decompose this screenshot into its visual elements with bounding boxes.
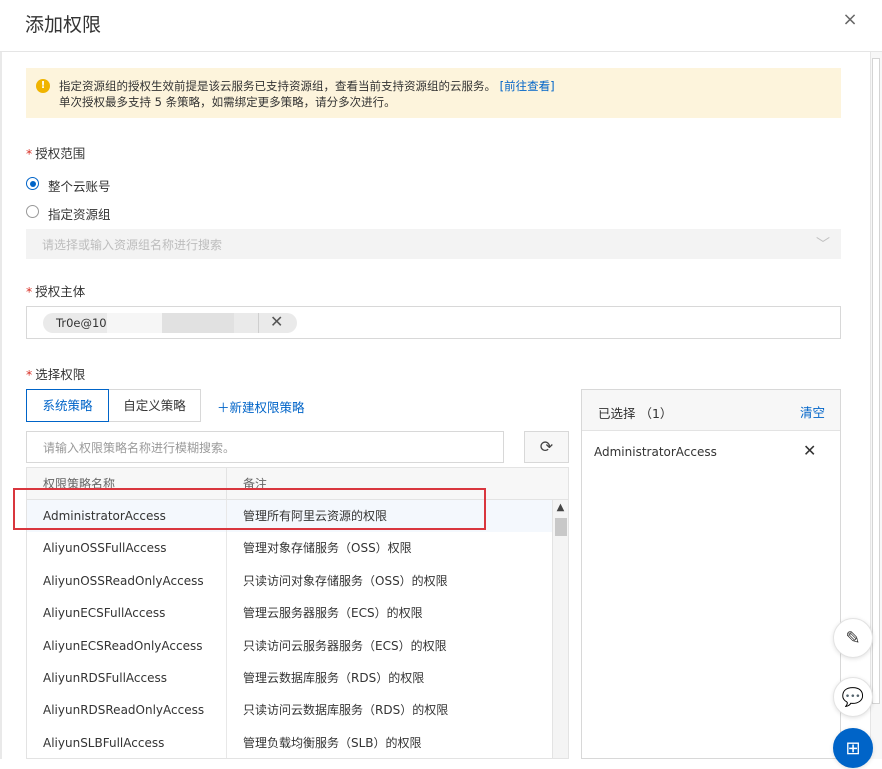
- notice-text-1: 指定资源组的授权生效前提是该云服务已支持资源组，查看当前支持资源组的云服务。 […: [59, 78, 555, 94]
- radio-resource-group-label[interactable]: 指定资源组: [48, 204, 111, 223]
- policy-name: AliyunSLBFullAccess: [27, 726, 227, 758]
- column-header-note: 备注: [227, 468, 568, 500]
- policy-name: AliyunOSSReadOnlyAccess: [27, 564, 227, 598]
- apps-icon[interactable]: ⊞: [833, 728, 873, 768]
- principal-tag-text: Tr0e@100: [56, 316, 114, 330]
- table-row[interactable]: AliyunECSReadOnlyAccess 只读访问云服务器服务（ECS）的…: [27, 629, 552, 663]
- new-policy-button[interactable]: ＋新建权限策略: [217, 397, 305, 416]
- tab-custom-policy[interactable]: 自定义策略: [108, 389, 201, 422]
- dialog-title: 添加权限: [25, 14, 102, 36]
- policy-name: AliyunECSReadOnlyAccess: [27, 629, 227, 662]
- policy-name: AliyunRDSReadOnlyAccess: [27, 694, 227, 727]
- scope-label-text: 授权范围: [35, 146, 86, 161]
- scope-label: * 授权范围: [26, 143, 85, 162]
- tab-system-policy[interactable]: 系统策略: [26, 389, 109, 422]
- dialog-scrollbar-thumb[interactable]: [872, 58, 880, 704]
- table-row[interactable]: AliyunRDSReadOnlyAccess 只读访问云数据库服务（RDS）的…: [27, 694, 552, 728]
- warning-icon: !: [36, 79, 50, 93]
- redacted-mask: [162, 313, 234, 333]
- scroll-up-icon[interactable]: ▲: [552, 500, 568, 516]
- policy-name: AliyunOSSFullAccess: [27, 532, 227, 565]
- table-row[interactable]: AliyunRDSFullAccess 管理云数据库服务（RDS）的权限: [27, 662, 552, 696]
- policy-name: AliyunECSFullAccess: [27, 597, 227, 630]
- radio-resource-group[interactable]: [26, 205, 39, 218]
- chat-icon[interactable]: 💬: [833, 677, 873, 717]
- policy-search-placeholder: 请输入权限策略名称进行模糊搜索。: [43, 441, 236, 455]
- policy-note: 只读访问云服务器服务（ECS）的权限: [243, 638, 447, 653]
- edit-icon[interactable]: ✎: [833, 618, 873, 658]
- refresh-icon[interactable]: ⟳: [524, 431, 569, 463]
- policy-note: 管理云服务器服务（ECS）的权限: [243, 606, 423, 621]
- policy-note: 只读访问云数据库服务（RDS）的权限: [243, 703, 449, 718]
- policy-table: 权限策略名称 备注 AdministratorAccess 管理所有阿里云资源的…: [26, 467, 569, 759]
- policy-name: AliyunRDSFullAccess: [27, 662, 227, 695]
- table-scrollbar[interactable]: [552, 500, 568, 758]
- clear-selected-button[interactable]: 清空: [800, 402, 825, 421]
- required-mark: *: [26, 146, 33, 161]
- principal-label-text: 授权主体: [35, 284, 86, 299]
- left-edge-divider: [0, 52, 2, 759]
- notice-message: 指定资源组的授权生效前提是该云服务已支持资源组，查看当前支持资源组的云服务。: [59, 79, 496, 93]
- permissions-label: * 选择权限: [26, 364, 85, 383]
- close-icon[interactable]: ×: [840, 10, 860, 30]
- required-mark: *: [26, 284, 33, 299]
- principal-label: * 授权主体: [26, 281, 85, 300]
- permissions-label-text: 选择权限: [35, 367, 86, 382]
- policy-note: 管理云数据库服务（RDS）的权限: [243, 671, 425, 685]
- radio-whole-account-label[interactable]: 整个云账号: [48, 176, 111, 195]
- chevron-down-icon: ﹀: [816, 237, 830, 253]
- dialog-header: [0, 0, 882, 52]
- tag-divider: [258, 313, 259, 333]
- policy-name: AdministratorAccess: [27, 500, 227, 533]
- selected-policy-item: AdministratorAccess: [594, 445, 717, 459]
- table-row[interactable]: AliyunOSSFullAccess 管理对象存储服务（OSS）权限: [27, 532, 552, 566]
- table-row[interactable]: AliyunSLBFullAccess 管理负载均衡服务（SLB）的权限: [27, 726, 552, 758]
- radio-whole-account[interactable]: [26, 177, 39, 190]
- table-scrollbar-thumb[interactable]: [555, 518, 567, 536]
- remove-principal-icon[interactable]: ✕: [270, 312, 283, 331]
- notice-text-2: 单次授权最多支持 5 条策略，如需绑定更多策略，请分多次进行。: [59, 95, 396, 109]
- policy-note: 管理对象存储服务（OSS）权限: [243, 541, 412, 556]
- column-header-policy-name: 权限策略名称: [27, 468, 227, 500]
- selected-panel-title: 已选择 （1）: [598, 406, 673, 421]
- view-supported-link[interactable]: [前往查看]: [500, 79, 555, 93]
- remove-selected-icon[interactable]: ✕: [803, 441, 816, 460]
- redacted-mask: [107, 313, 162, 333]
- policy-note: 管理负载均衡服务（SLB）的权限: [243, 735, 422, 750]
- policy-note: 管理所有阿里云资源的权限: [243, 509, 388, 523]
- table-row[interactable]: AdministratorAccess 管理所有阿里云资源的权限: [27, 500, 552, 534]
- policy-note: 只读访问对象存储服务（OSS）的权限: [243, 573, 448, 588]
- table-row[interactable]: AliyunECSFullAccess 管理云服务器服务（ECS）的权限: [27, 597, 552, 631]
- required-mark: *: [26, 367, 33, 382]
- resource-group-placeholder: 请选择或输入资源组名称进行搜索: [42, 238, 223, 252]
- table-row[interactable]: AliyunOSSReadOnlyAccess 只读访问对象存储服务（OSS）的…: [27, 564, 552, 599]
